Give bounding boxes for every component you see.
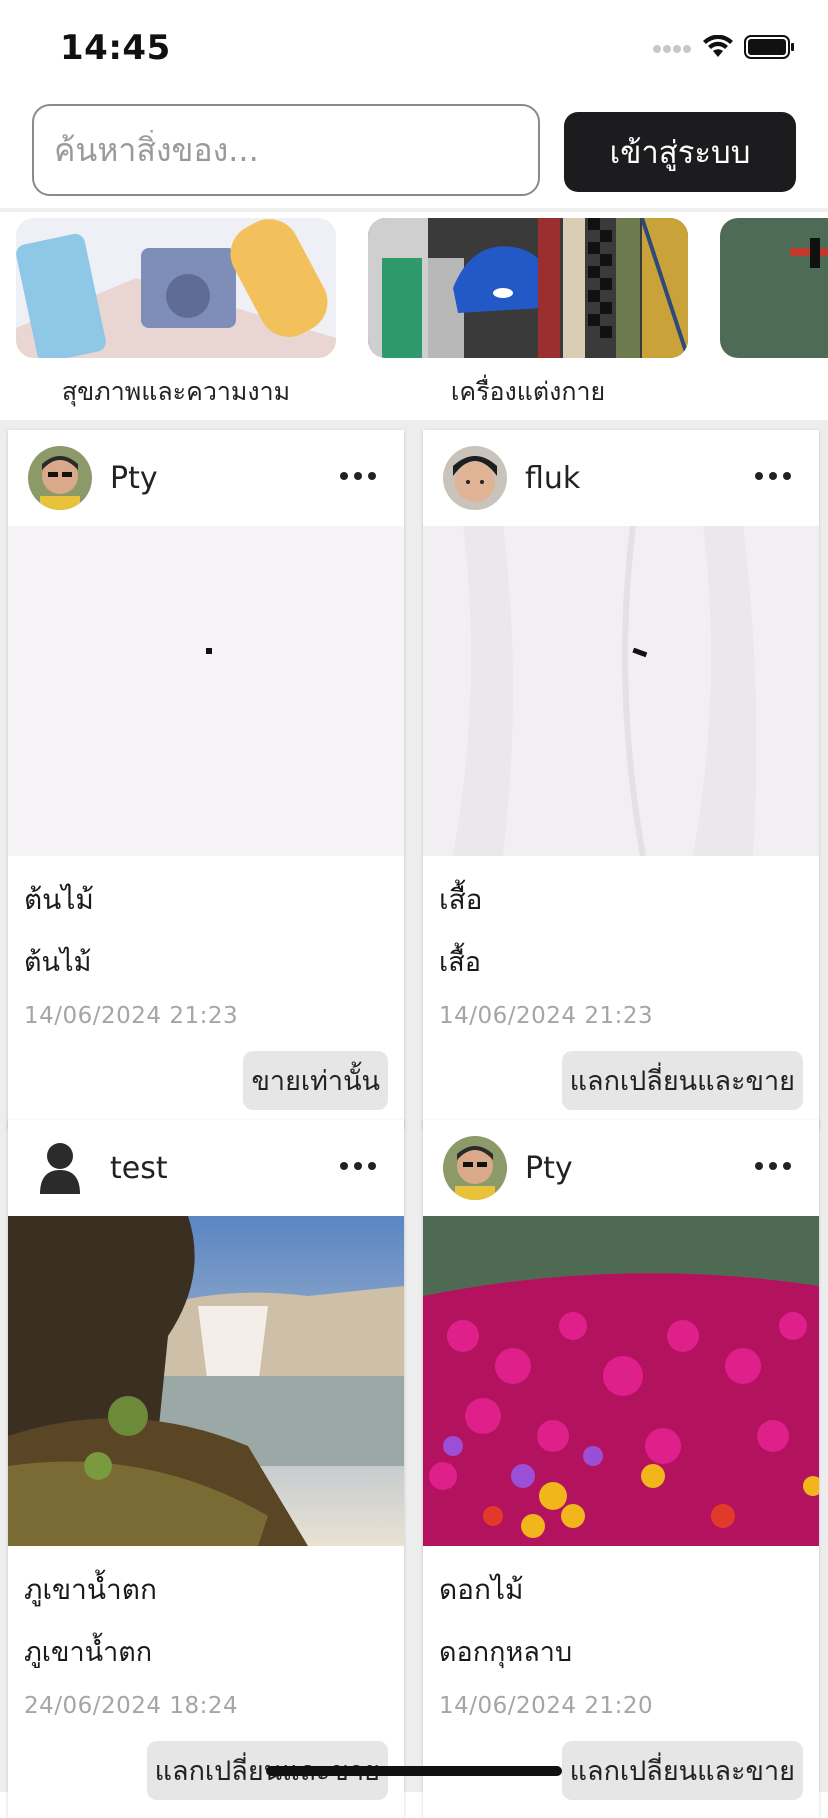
more-options-icon[interactable] bbox=[755, 1148, 791, 1184]
status-icons bbox=[652, 34, 796, 60]
post-body: เสื้อ เสื้อ 14/06/2024 21:23 แลกเปลี่ยนแ… bbox=[423, 856, 819, 1128]
post-header: Pty bbox=[8, 430, 404, 526]
category-item-partial[interactable] bbox=[720, 218, 828, 372]
trade-type-badge: ขายเท่านั้น bbox=[243, 1051, 388, 1110]
post-description: เสื้อ bbox=[439, 947, 481, 978]
search-box[interactable] bbox=[32, 104, 540, 196]
home-indicator[interactable] bbox=[266, 1766, 562, 1776]
category-label: เครื่องแต่งกาย bbox=[450, 377, 606, 406]
cellular-signal-icon bbox=[653, 45, 691, 53]
post-card[interactable]: Pty ต้นไม้ ต้นไม้ 14/06/2024 21:23 ขายเท… bbox=[8, 430, 404, 1128]
category-image-partial bbox=[720, 218, 828, 358]
post-body: ภูเขาน้ำตก ภูเขาน้ำตก 24/06/2024 18:24 แ… bbox=[8, 1546, 404, 1818]
category-item-health-beauty[interactable]: สุขภาพและความงาม bbox=[16, 218, 336, 412]
status-time: 14:45 bbox=[60, 28, 171, 68]
post-feed: Pty ต้นไม้ ต้นไม้ 14/06/2024 21:23 ขายเท… bbox=[0, 430, 828, 1818]
category-separator bbox=[0, 420, 828, 430]
post-date: 14/06/2024 21:20 bbox=[439, 1693, 654, 1719]
post-header: Pty bbox=[423, 1120, 819, 1216]
post-username[interactable]: fluk bbox=[525, 461, 580, 496]
post-title: เสื้อ bbox=[439, 883, 483, 916]
post-card[interactable]: Pty ดอกไม้ ดอกกุหลาบ 14/06/2024 21:20 แล… bbox=[423, 1120, 819, 1818]
more-options-icon[interactable] bbox=[340, 458, 376, 494]
post-image[interactable] bbox=[8, 1216, 404, 1546]
post-username[interactable]: test bbox=[110, 1151, 168, 1186]
post-date: 24/06/2024 18:24 bbox=[24, 1693, 239, 1719]
avatar[interactable] bbox=[28, 446, 92, 510]
post-title: ภูเขาน้ำตก bbox=[24, 1573, 157, 1606]
category-label: สุขภาพและความงาม bbox=[61, 377, 291, 406]
login-button[interactable]: เข้าสู่ระบบ bbox=[564, 112, 796, 192]
battery-icon bbox=[744, 35, 794, 59]
category-image-health-beauty bbox=[16, 218, 336, 358]
category-image-clothing bbox=[368, 218, 688, 358]
post-description: ดอกกุหลาบ bbox=[439, 1637, 573, 1668]
post-image[interactable] bbox=[423, 1216, 819, 1546]
search-input[interactable] bbox=[52, 130, 538, 170]
post-date: 14/06/2024 21:23 bbox=[439, 1003, 654, 1029]
trade-type-badge: แลกเปลี่ยนและขาย bbox=[561, 1741, 803, 1800]
post-description: ต้นไม้ bbox=[24, 947, 92, 978]
post-body: ดอกไม้ ดอกกุหลาบ 14/06/2024 21:20 แลกเปล… bbox=[423, 1546, 819, 1818]
post-image[interactable] bbox=[423, 526, 819, 856]
avatar[interactable] bbox=[443, 1136, 507, 1200]
category-item-clothing[interactable]: เครื่องแต่งกาย bbox=[368, 218, 688, 412]
avatar[interactable] bbox=[443, 446, 507, 510]
post-body: ต้นไม้ ต้นไม้ 14/06/2024 21:23 ขายเท่านั… bbox=[8, 856, 404, 1128]
default-user-icon[interactable] bbox=[28, 1136, 92, 1200]
more-options-icon[interactable] bbox=[755, 458, 791, 494]
wifi-icon bbox=[703, 35, 733, 57]
post-card[interactable]: fluk เสื้อ เสื้อ 14/06/2024 21:23 แลกเปล… bbox=[423, 430, 819, 1128]
post-username[interactable]: Pty bbox=[525, 1151, 573, 1186]
category-carousel[interactable]: สุขภาพและความงาม เครื่องแต่งกาย bbox=[0, 212, 828, 420]
post-date: 14/06/2024 21:23 bbox=[24, 1003, 239, 1029]
post-card[interactable]: test ภูเขาน้ำตก ภูเขาน้ำตก 24/06/2024 18… bbox=[8, 1120, 404, 1818]
post-header: test bbox=[8, 1120, 404, 1216]
post-header: fluk bbox=[423, 430, 819, 526]
post-title: ดอกไม้ bbox=[439, 1573, 524, 1606]
more-options-icon[interactable] bbox=[340, 1148, 376, 1184]
trade-type-badge: แลกเปลี่ยนและขาย bbox=[561, 1051, 803, 1110]
post-username[interactable]: Pty bbox=[110, 461, 158, 496]
post-image[interactable] bbox=[8, 526, 404, 856]
post-title: ต้นไม้ bbox=[24, 883, 94, 916]
post-description: ภูเขาน้ำตก bbox=[24, 1637, 153, 1668]
